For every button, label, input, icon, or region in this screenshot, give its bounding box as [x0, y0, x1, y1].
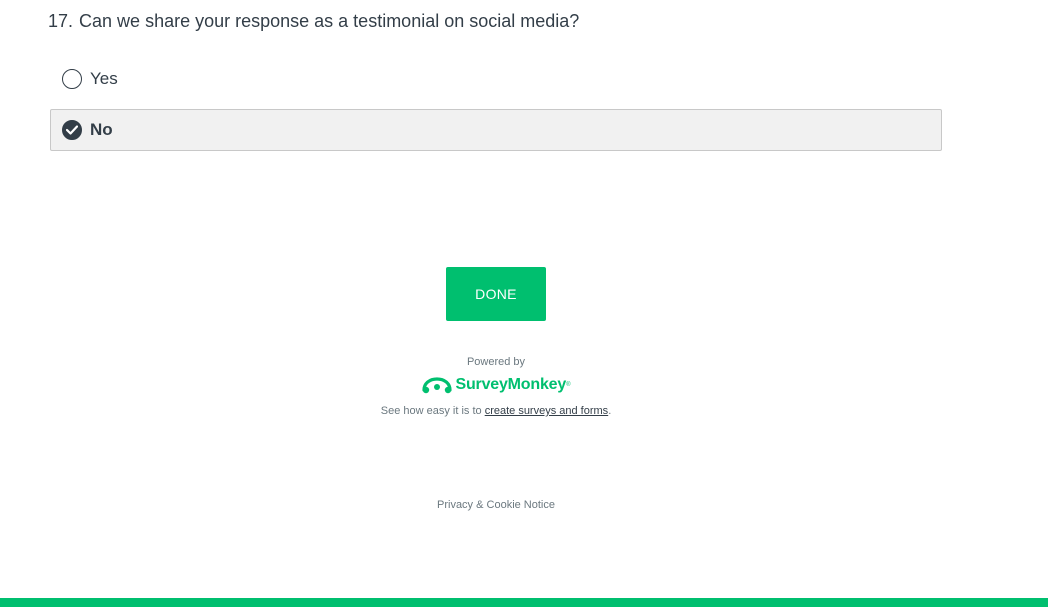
tagline-prefix: See how easy it is to: [380, 405, 485, 417]
answer-option-yes[interactable]: Yes: [50, 58, 942, 100]
surveymonkey-logo[interactable]: SurveyMonkey ®: [421, 372, 571, 398]
tagline-suffix: .: [608, 405, 612, 417]
survey-page: 17. Can we share your response as a testi…: [0, 0, 1048, 607]
done-button[interactable]: DONE: [446, 267, 546, 321]
progress-bar: [0, 598, 1048, 607]
radio-button-unchecked[interactable]: [62, 69, 82, 89]
powered-by-text: Powered by: [466, 356, 526, 368]
option-label-yes: Yes: [90, 69, 118, 88]
question-title: 17. Can we share your response as a testi…: [48, 8, 579, 34]
registered-mark: ®: [566, 382, 571, 388]
powered-by-block: Powered by SurveyMonkey ® See how easy it…: [0, 354, 992, 419]
tagline: See how easy it is to create surveys and…: [0, 403, 992, 419]
radio-button-checked[interactable]: [62, 120, 82, 140]
question-text: Can we share your response as a testimon…: [79, 11, 580, 31]
checkmark-icon: [66, 125, 78, 135]
create-surveys-link[interactable]: create surveys and forms: [485, 405, 609, 417]
answer-option-no[interactable]: No: [50, 109, 942, 151]
option-label-no: No: [90, 120, 113, 139]
surveymonkey-logo-icon: [421, 377, 452, 394]
privacy-cookie-notice-link[interactable]: Privacy & Cookie Notice: [0, 499, 992, 511]
question-number: 17.: [48, 11, 74, 31]
logo-text: SurveyMonkey: [455, 376, 567, 393]
